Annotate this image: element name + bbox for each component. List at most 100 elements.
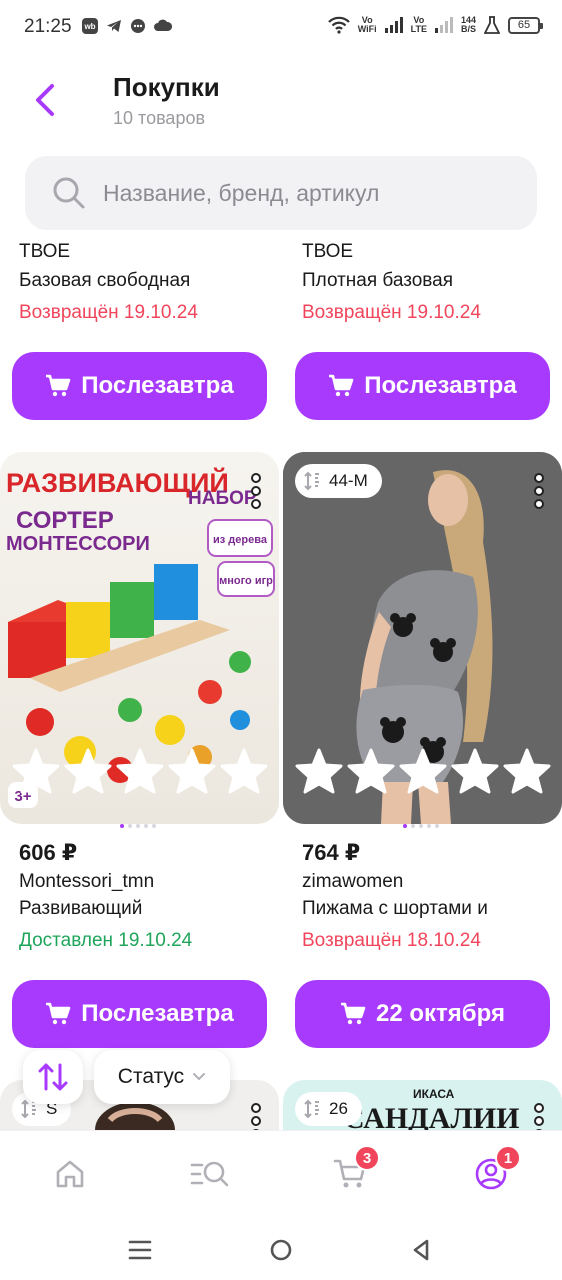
product-price: 764 ₽ (302, 840, 361, 865)
product-image[interactable]: ИКАСА САНДАЛИИ 26 (283, 1080, 562, 1130)
star-icon[interactable] (295, 748, 343, 794)
page-title: Покупки (113, 72, 220, 102)
image-pager-dots (403, 824, 439, 828)
net-speed: 144 B/S (460, 15, 476, 34)
cart-icon (341, 1002, 366, 1025)
chevron-left-icon (36, 84, 54, 116)
size-ruler-icon (304, 1099, 319, 1119)
star-icon[interactable] (347, 748, 395, 794)
buy-again-button[interactable]: Послезавтра (12, 980, 267, 1048)
nav-profile[interactable]: 1 (461, 1145, 521, 1199)
product-brand: Montessori_tmn (19, 871, 155, 892)
telegram-icon (107, 20, 121, 32)
profile-badge: 1 (495, 1145, 521, 1171)
star-icon[interactable] (116, 748, 164, 794)
more-options-icon[interactable] (530, 472, 548, 510)
size-ruler-icon (304, 471, 319, 491)
buy-button-label: 22 октября (376, 1000, 505, 1027)
system-navigation (0, 1220, 562, 1280)
recent-apps-button[interactable] (120, 1232, 160, 1268)
more-options-icon[interactable] (530, 1102, 548, 1130)
back-button[interactable] (28, 80, 64, 120)
vo-lte-label: Vo LTE (410, 15, 427, 34)
product-name: Развивающий (19, 898, 143, 919)
product-status: Возвращён 19.10.24 (302, 302, 481, 323)
more-options-icon[interactable] (247, 472, 265, 510)
product-status: Возвращён 19.10.24 (19, 302, 198, 323)
search-input[interactable] (103, 156, 523, 230)
star-icon[interactable] (220, 748, 268, 794)
status-time: 21:25 (24, 16, 72, 37)
nav-home[interactable] (40, 1149, 100, 1199)
bottom-navigation: 3 1 (0, 1130, 562, 1220)
buy-button-label: Послезавтра (364, 372, 517, 399)
cart-icon (46, 374, 71, 397)
cloud-icon (154, 19, 172, 31)
cart-icon (329, 374, 354, 397)
product-image[interactable]: 44-M (283, 452, 562, 824)
status-indicators: Vo WiFi Vo LTE 144 B/S 65 (327, 15, 543, 34)
image-logo: ИКАСА (413, 1087, 455, 1101)
rating-stars[interactable] (295, 748, 551, 794)
product-brand: ТВОЕ (19, 241, 71, 262)
size-label: 44-M (329, 471, 368, 490)
buy-button-label: Послезавтра (81, 372, 234, 399)
search-bar[interactable] (25, 156, 537, 230)
chevron-down-icon (193, 1073, 206, 1081)
signal-icon (384, 17, 403, 33)
status-app-icons: wb (82, 18, 172, 34)
star-icon[interactable] (64, 748, 112, 794)
star-icon[interactable] (451, 748, 499, 794)
cart-icon (46, 1002, 71, 1025)
buy-again-button[interactable]: Послезавтра (295, 352, 550, 420)
more-options-icon[interactable] (247, 1102, 265, 1130)
sort-button[interactable] (23, 1050, 83, 1104)
image-tag-1: из дерева (213, 534, 268, 546)
catalog-search-icon (190, 1161, 229, 1187)
product-image[interactable]: РАЗВИВАЮЩИЙ НАБОР СОРТЕР МОНТЕССОРИ из д… (0, 452, 279, 824)
wifi-icon (327, 16, 350, 34)
product-name: Пижама с шортами и (302, 898, 488, 919)
buy-button-label: Послезавтра (81, 1000, 234, 1027)
image-text-4: МОНТЕССОРИ (6, 533, 150, 555)
home-button[interactable] (261, 1232, 301, 1268)
product-status: Доставлен 19.10.24 (19, 930, 193, 951)
menu-icon (128, 1240, 152, 1260)
items-count: 10 товаров (113, 108, 206, 128)
product-status: Возвращён 18.10.24 (302, 930, 481, 951)
status-filter-dropdown[interactable]: Статус (94, 1050, 230, 1104)
product-brand: zimawomen (302, 871, 404, 892)
cart-badge: 3 (354, 1145, 380, 1171)
product-name: Плотная базовая (302, 270, 454, 291)
image-tag-2: много игр (219, 575, 273, 587)
nav-catalog[interactable] (180, 1149, 240, 1199)
status-bar: 21:25 wb Vo WiFi Vo LTE 144 B/S 65 (0, 0, 562, 58)
size-label: 26 (329, 1099, 348, 1118)
star-icon[interactable] (399, 748, 447, 794)
star-icon[interactable] (168, 748, 216, 794)
star-icon[interactable] (12, 748, 60, 794)
vo-wifi-label: Vo WiFi (357, 15, 377, 34)
flask-icon (484, 16, 500, 34)
image-pager-dots (120, 824, 156, 828)
circle-icon (270, 1239, 292, 1261)
chat-icon (131, 19, 145, 33)
buy-again-button[interactable]: 22 октября (295, 980, 550, 1048)
back-triangle-icon (413, 1239, 429, 1261)
rating-stars[interactable] (12, 748, 268, 794)
size-badge: 44-M (295, 464, 382, 498)
star-icon[interactable] (503, 748, 551, 794)
wb-app-icon: wb (82, 18, 98, 34)
sort-icon (38, 1063, 68, 1091)
size-badge: 26 (295, 1092, 362, 1126)
image-text-3: СОРТЕР (16, 507, 114, 534)
search-icon (53, 177, 85, 209)
buy-again-button[interactable]: Послезавтра (12, 352, 267, 420)
back-nav-button[interactable] (401, 1232, 441, 1268)
status-filter-label: Статус (117, 1065, 185, 1088)
product-price: 606 ₽ (19, 840, 78, 865)
product-name: Базовая свободная (19, 270, 191, 291)
signal-2-icon (434, 17, 453, 33)
nav-cart[interactable]: 3 (320, 1145, 380, 1199)
home-icon (56, 1160, 84, 1188)
